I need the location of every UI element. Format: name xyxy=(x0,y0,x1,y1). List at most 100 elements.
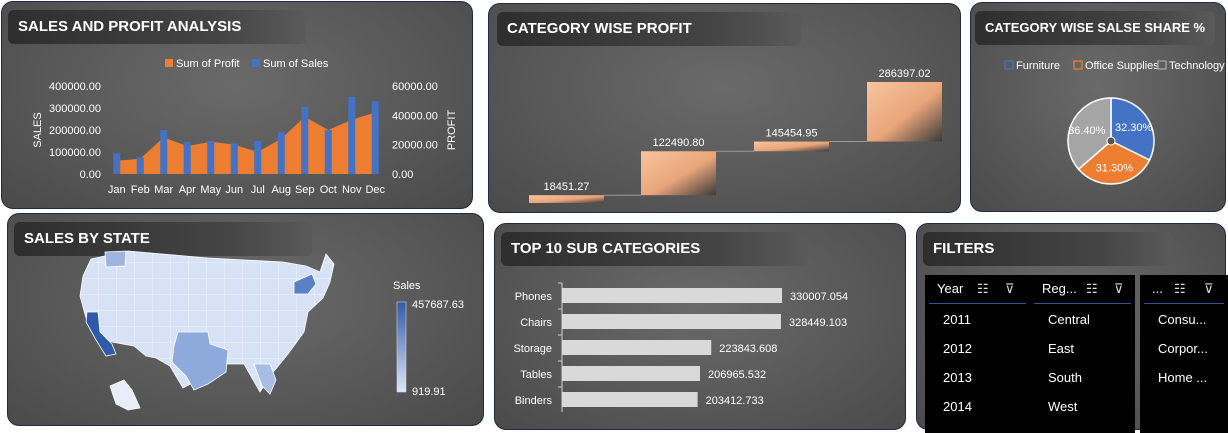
sales-bar xyxy=(136,157,144,174)
slicer-item[interactable]: Central xyxy=(1030,305,1135,334)
sales-bar xyxy=(324,130,332,174)
color-scale-bar xyxy=(396,301,407,393)
multi-select-icon[interactable]: ☷ xyxy=(1174,275,1186,303)
sales-state-panel: SALES BY STATE Sales 457687.63 919.91 xyxy=(7,213,484,426)
legend-swatch xyxy=(1073,60,1083,70)
sales-bar xyxy=(183,142,191,174)
sub-category-bar xyxy=(562,314,781,329)
sales-bar xyxy=(160,130,168,174)
x-tick-label: Jan xyxy=(108,184,126,196)
legend-swatch xyxy=(252,59,260,67)
legend-swatch xyxy=(165,59,173,67)
profit-bar xyxy=(867,82,942,142)
multi-select-icon[interactable]: ☷ xyxy=(1086,275,1098,303)
data-label: 328449.103 xyxy=(789,317,847,329)
slice-label: 36.40% xyxy=(1068,125,1106,137)
category-share-panel: CATEGORY WISE SALSE SHARE % 32.30% 31.30%… xyxy=(970,2,1226,212)
category-label: Chairs xyxy=(520,317,552,329)
sales-bar xyxy=(207,141,215,174)
y-tick-label: 100000.00 xyxy=(49,147,101,159)
sales-bar xyxy=(113,153,121,174)
clear-filter-icon[interactable]: ⊽ xyxy=(1114,275,1124,303)
y2-tick-label: 0.00 xyxy=(392,169,413,181)
y-tick-label: 0.00 xyxy=(80,169,101,181)
slicer-item[interactable]: East xyxy=(1030,334,1135,363)
alaska-region xyxy=(109,379,141,411)
data-label: 206965.532 xyxy=(708,369,766,381)
y2-axis-label: PROFIT xyxy=(446,110,458,151)
slicer-title: ... xyxy=(1152,281,1163,296)
segment-slicer: ... ☷ ⊽ Consu... Corpor... Home ... xyxy=(1140,275,1228,433)
multi-select-icon[interactable]: ☷ xyxy=(977,275,989,303)
year-slicer: Year ☷ ⊽ 2011 2012 2013 2014 xyxy=(925,275,1030,433)
slicer-item[interactable]: South xyxy=(1030,363,1135,392)
x-tick-label: Mar xyxy=(154,184,173,196)
profit-area xyxy=(116,112,376,174)
category-profit-chart[interactable]: 18451.27 122490.80 145454.95 286397.02 xyxy=(489,4,961,213)
y-tick-label: 300000.00 xyxy=(49,103,101,115)
x-tick-label: Aug xyxy=(271,184,291,196)
sales-bar xyxy=(371,101,379,174)
legend-swatch xyxy=(1004,60,1014,70)
data-label: 330007.054 xyxy=(790,291,848,303)
panel-title: FILTERS xyxy=(923,232,1173,266)
slicer-title: Reg... xyxy=(1042,281,1077,296)
category-label: Storage xyxy=(513,343,552,355)
data-label: 286397.02 xyxy=(879,68,931,80)
slicer-item[interactable]: 2011 xyxy=(925,305,1030,334)
sales-state-map[interactable]: Sales 457687.63 919.91 xyxy=(8,214,484,426)
scale-min-label: 919.91 xyxy=(412,386,446,398)
y2-tick-label: 20000.00 xyxy=(392,140,438,152)
x-tick-label: Nov xyxy=(342,184,362,196)
slicer-item[interactable]: Home ... xyxy=(1140,363,1228,392)
y-axis-label: SALES xyxy=(32,112,44,147)
category-share-chart[interactable]: 32.30% 31.30% 36.40% Furniture Office Suppli… xyxy=(971,3,1226,212)
slicer-item[interactable]: 2012 xyxy=(925,334,1030,363)
legend-label: Sum of Sales xyxy=(263,58,329,70)
y-tick-label: 200000.00 xyxy=(49,125,101,137)
x-tick-label: Jul xyxy=(251,184,265,196)
data-label: 145454.95 xyxy=(766,128,818,140)
data-label: 18451.27 xyxy=(544,181,590,193)
legend-label: Office Supplies xyxy=(1085,60,1159,72)
data-label: 223843.608 xyxy=(719,343,777,355)
top-sub-chart[interactable]: Phones 330007.054 Chairs 328449.103 Storage 2… xyxy=(495,224,906,430)
usa-map[interactable] xyxy=(79,250,335,411)
region-slicer: Reg... ☷ ⊽ Central East South West xyxy=(1030,275,1135,433)
sales-bar xyxy=(348,97,356,174)
slice-label: 32.30% xyxy=(1115,122,1153,134)
clear-filter-icon[interactable]: ⊽ xyxy=(1005,275,1015,303)
slicer-item[interactable]: Corpor... xyxy=(1140,334,1228,363)
x-tick-label: Sep xyxy=(295,184,315,196)
slicer-item[interactable]: 2014 xyxy=(925,392,1030,421)
legend-label: Furniture xyxy=(1016,60,1060,72)
x-tick-label: Jun xyxy=(225,184,243,196)
sales-bar xyxy=(301,106,309,174)
y2-tick-label: 40000.00 xyxy=(392,110,438,122)
profit-bar xyxy=(529,195,604,203)
slicer-item[interactable]: West xyxy=(1030,392,1135,421)
x-tick-label: Dec xyxy=(365,184,385,196)
slicer-title: Year xyxy=(937,281,964,296)
sales-bar xyxy=(277,132,285,174)
sub-category-bar xyxy=(562,288,783,303)
top-sub-panel: TOP 10 SUB CATEGORIES Phones 330007.054 Ch… xyxy=(494,223,906,430)
sub-category-bar xyxy=(562,340,712,355)
slicer-item[interactable]: Consu... xyxy=(1140,305,1228,334)
category-label: Tables xyxy=(520,369,552,381)
clear-filter-icon[interactable]: ⊽ xyxy=(1204,275,1214,303)
category-label: Binders xyxy=(515,395,553,407)
slicer-item[interactable]: 2013 xyxy=(925,363,1030,392)
y-tick-label: 400000.00 xyxy=(49,81,101,93)
sales-profit-panel: SALES AND PROFIT ANALYSIS 0.00 100000.00 2… xyxy=(1,1,473,209)
legend-label: Technology xyxy=(1169,60,1225,72)
legend-title: Sales xyxy=(393,280,421,292)
sales-bar xyxy=(254,141,262,174)
legend-label: Sum of Profit xyxy=(176,58,240,70)
x-tick-label: Apr xyxy=(179,184,196,196)
sales-profit-chart[interactable]: 0.00 100000.00 200000.00 300000.00 400000.00… xyxy=(2,2,473,209)
profit-bar xyxy=(754,141,829,152)
sub-category-bar xyxy=(562,392,698,407)
x-tick-label: May xyxy=(200,184,221,196)
category-profit-panel: CATEGORY WISE PROFIT 18451.27 122490.80 14… xyxy=(488,3,961,213)
